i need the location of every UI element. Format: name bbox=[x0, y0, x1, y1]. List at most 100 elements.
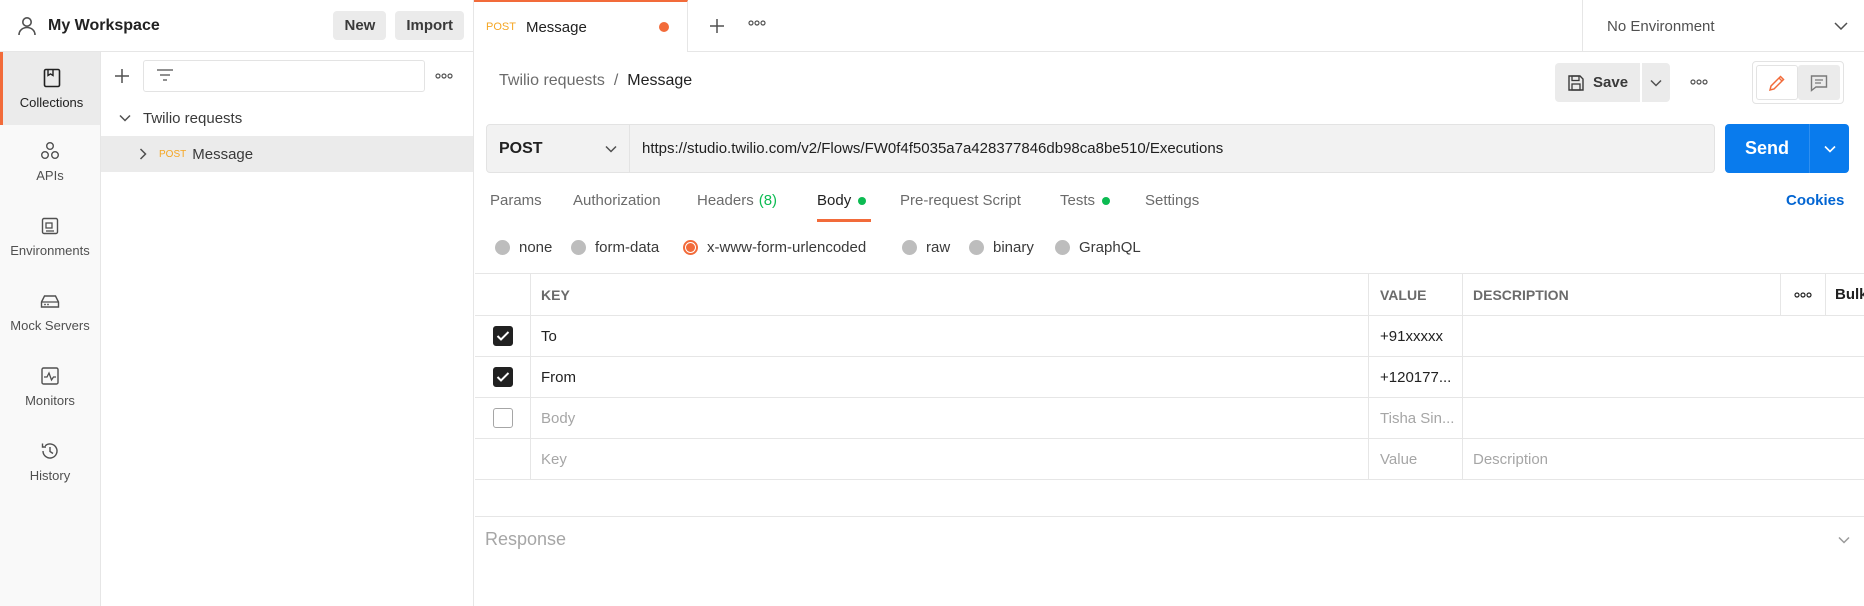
tab-bar: POST Message No Environment bbox=[474, 0, 1864, 52]
body-indicator-dot bbox=[858, 196, 867, 205]
tab-authorization[interactable]: Authorization bbox=[573, 192, 661, 209]
breadcrumb-current[interactable]: Message bbox=[627, 72, 692, 90]
row-check-cell bbox=[475, 316, 531, 356]
response-label: Response bbox=[485, 529, 567, 549]
row-key[interactable]: From bbox=[531, 357, 1369, 397]
user-icon bbox=[18, 16, 36, 35]
tab-params[interactable]: Params bbox=[490, 192, 542, 209]
comments-mode-button[interactable] bbox=[1798, 65, 1840, 100]
more-options-icon[interactable] bbox=[435, 73, 453, 79]
save-button[interactable]: Save bbox=[1555, 63, 1640, 102]
row-checkbox[interactable] bbox=[492, 408, 513, 428]
comment-icon bbox=[1810, 74, 1828, 92]
row-description[interactable] bbox=[1463, 357, 1864, 397]
new-value-input[interactable]: Value bbox=[1369, 439, 1463, 479]
collections-panel: Twilio requests POST Message bbox=[101, 52, 474, 606]
sidebar-item-label: History bbox=[29, 468, 71, 483]
collections-search-input[interactable] bbox=[143, 60, 425, 92]
edit-mode-button[interactable] bbox=[1756, 65, 1798, 100]
radio-button[interactable] bbox=[969, 240, 984, 255]
workspace-title[interactable]: My Workspace bbox=[48, 17, 333, 35]
history-icon bbox=[41, 443, 58, 459]
radio-button[interactable] bbox=[902, 240, 917, 255]
radio-button[interactable] bbox=[495, 240, 510, 255]
sidebar-item-label: APIs bbox=[36, 168, 64, 183]
column-header-key: KEY bbox=[531, 274, 1369, 315]
method-select[interactable]: POST bbox=[486, 124, 630, 173]
chevron-down-icon[interactable] bbox=[119, 114, 131, 122]
body-type-none[interactable]: none bbox=[495, 239, 552, 256]
row-check-cell bbox=[475, 398, 531, 438]
body-type-binary[interactable]: binary bbox=[969, 239, 1034, 256]
environment-select[interactable]: No Environment bbox=[1582, 0, 1864, 52]
breadcrumb: Twilio requests / Message bbox=[499, 72, 692, 90]
row-key[interactable]: Body bbox=[531, 398, 1369, 438]
send-button[interactable]: Send bbox=[1725, 124, 1849, 173]
sidebar-rail: Collections APIs Environments Mock Serve… bbox=[0, 52, 101, 606]
table-row: To +91xxxxx bbox=[475, 316, 1864, 357]
response-panel-header[interactable]: Response bbox=[475, 516, 1864, 562]
row-checkbox[interactable] bbox=[492, 326, 513, 346]
bulk-edit-button[interactable]: Bulk Edit bbox=[1826, 274, 1864, 315]
sidebar-item-label: Mock Servers bbox=[10, 318, 90, 333]
cookies-link[interactable]: Cookies bbox=[1786, 192, 1844, 209]
row-description[interactable] bbox=[1463, 398, 1864, 438]
url-input[interactable]: https://studio.twilio.com/v2/Flows/FW0f4… bbox=[630, 124, 1715, 173]
chevron-down-icon bbox=[1650, 79, 1662, 87]
sidebar-item-monitors[interactable]: Monitors bbox=[0, 350, 100, 423]
sidebar-item-label: Environments bbox=[10, 243, 90, 258]
params-table: KEY VALUE DESCRIPTION Bulk Edit To +91xx… bbox=[475, 273, 1864, 480]
import-button[interactable]: Import bbox=[395, 11, 464, 40]
column-options-button[interactable] bbox=[1781, 274, 1826, 315]
request-name: Message bbox=[192, 145, 254, 163]
tab-headers[interactable]: Headers (8) bbox=[697, 192, 777, 209]
radio-label: none bbox=[519, 239, 553, 256]
tab-more-options-icon[interactable] bbox=[748, 20, 766, 26]
new-key-input[interactable]: Key bbox=[531, 439, 1369, 479]
radio-button[interactable] bbox=[571, 240, 586, 255]
tab-tests[interactable]: Tests bbox=[1060, 192, 1111, 209]
new-tab-icon[interactable] bbox=[706, 15, 728, 37]
sidebar-item-mock-servers[interactable]: Mock Servers bbox=[0, 275, 100, 348]
save-options-button[interactable] bbox=[1642, 63, 1670, 102]
header-check-column bbox=[475, 274, 531, 315]
sidebar-item-environments[interactable]: Environments bbox=[0, 200, 100, 273]
environments-icon bbox=[41, 217, 59, 235]
tab-message[interactable]: POST Message bbox=[474, 0, 688, 52]
row-checkbox[interactable] bbox=[492, 367, 513, 387]
row-value[interactable]: Tisha Sin... bbox=[1369, 398, 1463, 438]
chevron-right-icon[interactable] bbox=[139, 148, 147, 160]
body-type-raw[interactable]: raw bbox=[902, 239, 950, 256]
request-more-options-icon[interactable] bbox=[1690, 79, 1708, 85]
row-value[interactable]: +91xxxxx bbox=[1369, 316, 1463, 356]
row-value[interactable]: +120177... bbox=[1369, 357, 1463, 397]
tab-body[interactable]: Body bbox=[817, 192, 867, 209]
radio-label: form-data bbox=[595, 239, 660, 256]
chevron-down-icon[interactable] bbox=[1838, 536, 1850, 544]
sidebar-item-history[interactable]: History bbox=[0, 425, 100, 498]
breadcrumb-parent[interactable]: Twilio requests bbox=[499, 72, 605, 90]
workspace-header: My Workspace New Import bbox=[0, 0, 474, 52]
tab-settings[interactable]: Settings bbox=[1145, 192, 1199, 209]
new-button[interactable]: New bbox=[333, 11, 387, 40]
add-collection-icon[interactable] bbox=[111, 65, 133, 87]
radio-button-selected[interactable] bbox=[683, 240, 698, 255]
send-options-button[interactable] bbox=[1809, 124, 1849, 173]
radio-label: binary bbox=[993, 239, 1034, 256]
radio-button[interactable] bbox=[1055, 240, 1070, 255]
sidebar-item-collections[interactable]: Collections bbox=[0, 52, 100, 125]
send-label: Send bbox=[1744, 138, 1789, 158]
body-type-graphql[interactable]: GraphQL bbox=[1055, 239, 1141, 256]
body-type-form-data[interactable]: form-data bbox=[571, 239, 659, 256]
collection-folder[interactable]: Twilio requests bbox=[101, 100, 473, 136]
row-description[interactable] bbox=[1463, 316, 1864, 356]
tab-prerequest-script[interactable]: Pre-request Script bbox=[900, 192, 1021, 209]
new-description-input[interactable]: Description bbox=[1463, 439, 1864, 479]
table-header-row: KEY VALUE DESCRIPTION Bulk Edit bbox=[475, 273, 1864, 316]
column-header-value: VALUE bbox=[1369, 274, 1463, 315]
row-key[interactable]: To bbox=[531, 316, 1369, 356]
sidebar-item-apis[interactable]: APIs bbox=[0, 125, 100, 198]
collection-request-item[interactable]: POST Message bbox=[101, 136, 473, 172]
body-type-urlencoded[interactable]: x-www-form-urlencoded bbox=[683, 239, 866, 256]
view-mode-toggle bbox=[1752, 61, 1844, 104]
